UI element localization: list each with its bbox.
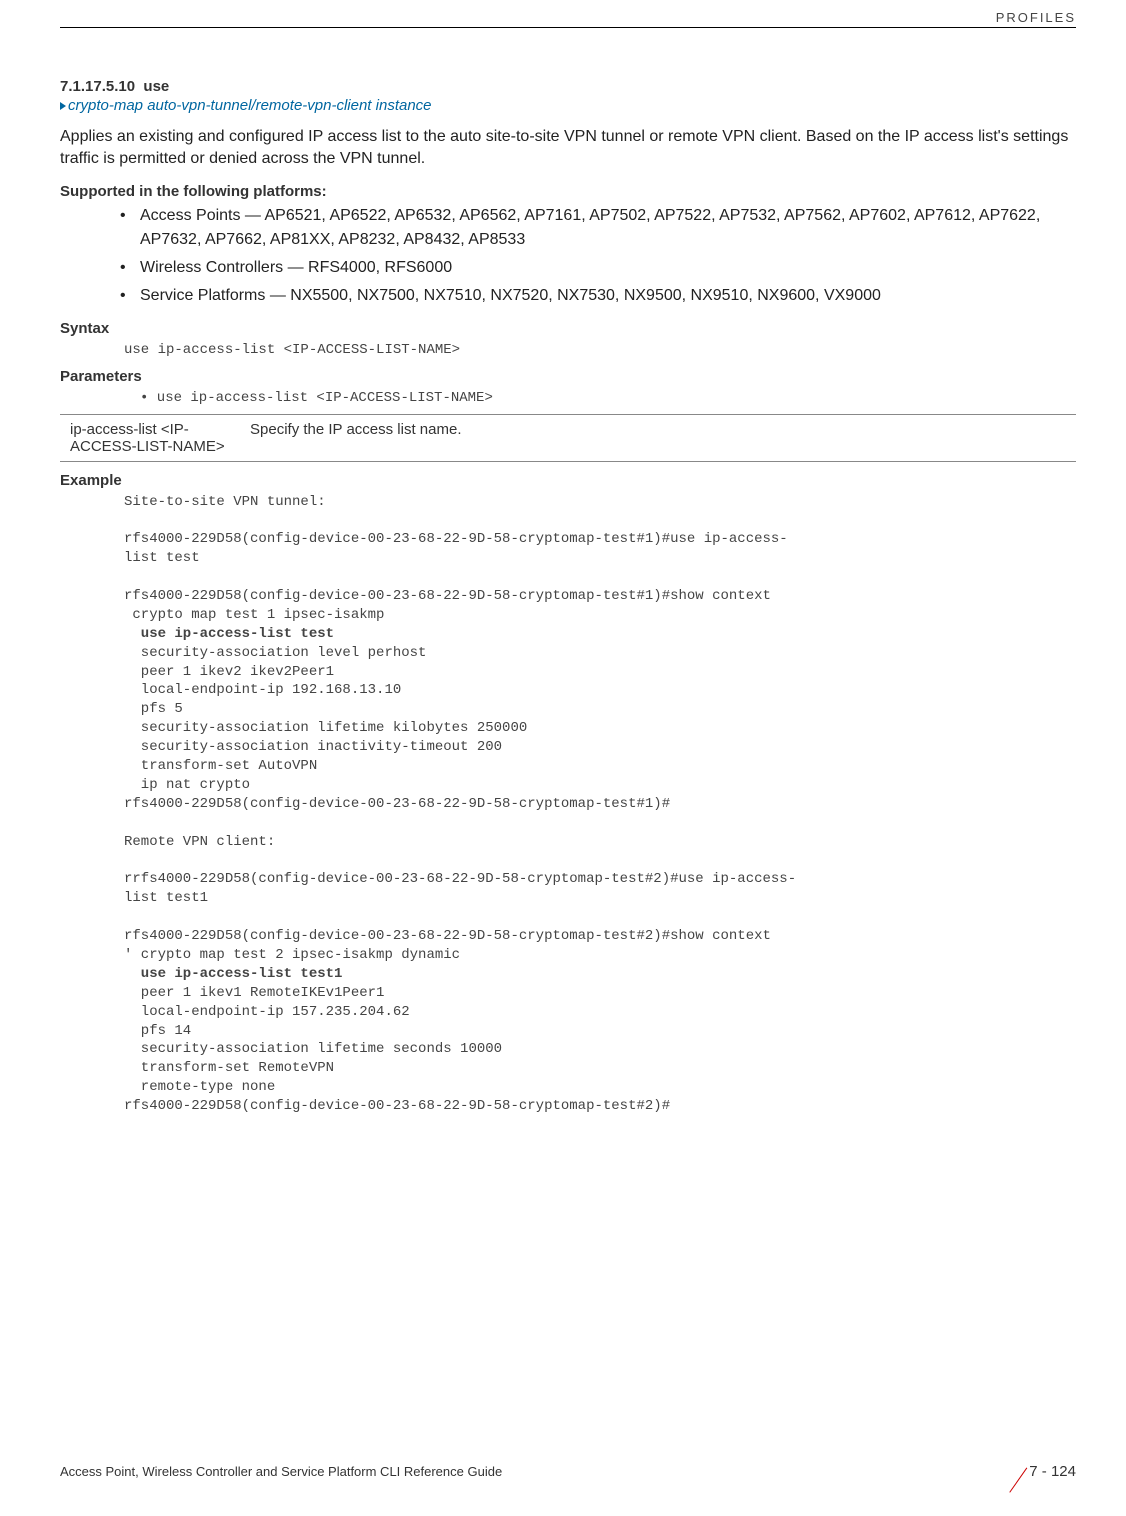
example-line-bold: use ip-access-list test1 [124,966,342,982]
page-footer: Access Point, Wireless Controller and Se… [0,1456,1126,1486]
param-name-cell: ip-access-list <IP-ACCESS-LIST-NAME> [60,414,240,461]
param-desc-cell: Specify the IP access list name. [240,414,1076,461]
example-line: rrfs4000-229D58(config-device-00-23-68-2… [124,871,796,906]
syntax-code: use ip-access-list <IP-ACCESS-LIST-NAME> [124,341,1076,360]
supported-list: Access Points — AP6521, AP6522, AP6532, … [120,204,1076,308]
example-line-bold: use ip-access-list test [124,626,334,642]
syntax-heading: Syntax [60,320,1076,337]
list-item: Wireless Controllers — RFS4000, RFS6000 [120,256,1076,280]
section-heading: 7.1.17.5.10 use [60,78,1076,95]
breadcrumb-arrow-icon [60,102,66,110]
example-line: rfs4000-229D58(config-device-00-23-68-22… [124,928,771,963]
example-heading: Example [60,472,1076,489]
section-title: use [143,78,169,95]
example-line: rfs4000-229D58(config-device-00-23-68-22… [124,588,771,623]
page-number: 7 - 124 [1029,1463,1076,1480]
parameters-heading: Parameters [60,368,1076,385]
footer-slash-icon [991,1456,1021,1486]
header-rule [60,27,1076,28]
supported-heading: Supported in the following platforms: [60,183,1076,200]
section-number: 7.1.17.5.10 [60,78,135,95]
description-paragraph: Applies an existing and configured IP ac… [60,126,1076,171]
example-line: security-association level perhost peer … [124,645,670,812]
table-row: ip-access-list <IP-ACCESS-LIST-NAME> Spe… [60,414,1076,461]
example-line: Site-to-site VPN tunnel: [124,494,326,510]
list-item: Access Points — AP6521, AP6522, AP6532, … [120,204,1076,252]
example-line: rfs4000-229D58(config-device-00-23-68-22… [124,531,788,566]
header-category: PROFILES [60,10,1076,25]
example-line: peer 1 ikev1 RemoteIKEv1Peer1 local-endp… [124,985,670,1114]
footer-right-group: 7 - 124 [991,1456,1076,1486]
example-line: Remote VPN client: [124,834,275,850]
parameters-line: • use ip-access-list <IP-ACCESS-LIST-NAM… [140,389,1076,408]
footer-doc-title: Access Point, Wireless Controller and Se… [60,1464,502,1479]
list-item: Service Platforms — NX5500, NX7500, NX75… [120,284,1076,308]
breadcrumb-text: crypto-map auto-vpn-tunnel/remote-vpn-cl… [68,97,432,114]
breadcrumb[interactable]: crypto-map auto-vpn-tunnel/remote-vpn-cl… [60,97,1076,114]
example-code-block: Site-to-site VPN tunnel: rfs4000-229D58(… [124,493,1076,1116]
parameters-table: ip-access-list <IP-ACCESS-LIST-NAME> Spe… [60,414,1076,462]
